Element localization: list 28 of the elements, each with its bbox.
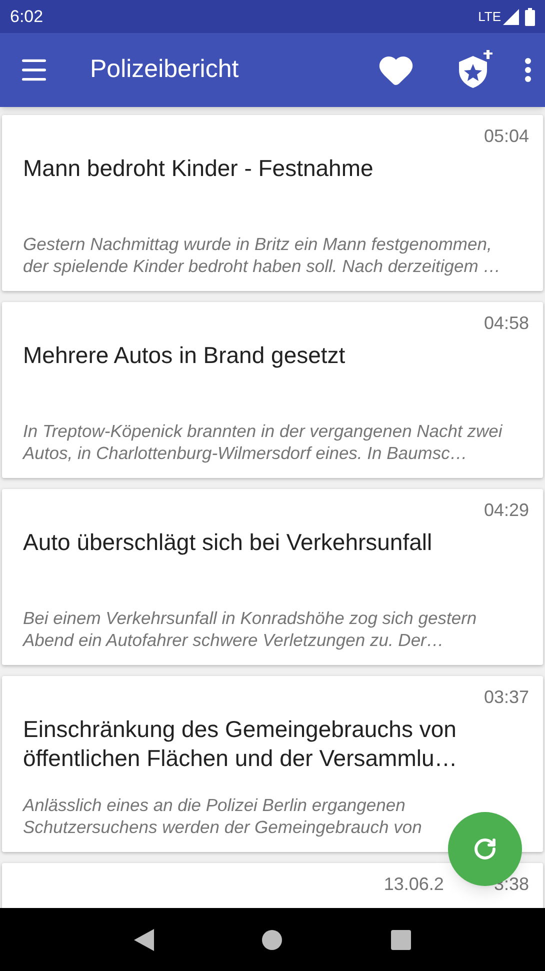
report-time: 04:58 xyxy=(484,312,529,335)
report-title: Auto überschlägt sich bei Verkehrsunfall xyxy=(23,528,434,557)
report-card[interactable]: 05:04 Mann bedroht Kinder - Festnahme Gestern Nachmittag wurde in Britz ein Mann festgenommen, der spielende Kinder bedroht haben soll. Nach derzeitigem … xyxy=(2,115,543,291)
battery-icon xyxy=(525,8,535,26)
recents-icon[interactable] xyxy=(390,930,411,950)
back-icon[interactable] xyxy=(134,928,154,950)
report-time: 04:29 xyxy=(484,499,529,522)
report-title: Einschränkung des Gemeingebrauchs von öffentlichen Flächen und der Versammlu… xyxy=(23,715,458,773)
report-summary: Anlässlich eines an die Polizei Berlin ergangenen Schutzersuchens werden der Gemeingebrauch von xyxy=(23,794,423,838)
status-time: 6:02 xyxy=(10,6,44,28)
signal-icon xyxy=(503,8,519,24)
network-label: LTE xyxy=(478,8,501,26)
report-card[interactable]: 03:37 Einschränkung des Gemeingebrauchs von öffentlichen Flächen und der Versammlu… Anlässlich eines an die Polizei Berlin ergangenen Schutzersuchens werden der Gemeingebrauch von xyxy=(2,676,543,852)
report-time: 03:37 xyxy=(484,686,529,709)
report-title: Mann bedroht Kinder - Festnahme xyxy=(23,154,374,183)
more-options-button[interactable] xyxy=(525,58,531,82)
report-card[interactable]: 04:29 Auto überschlägt sich bei Verkehrsunfall Bei einem Verkehrsunfall in Konradshöhe zog sich gestern Abend ein Autofahrer schwere Verletzungen zu. Der… xyxy=(2,489,543,665)
report-time: 05:04 xyxy=(484,125,529,148)
report-summary: Bei einem Verkehrsunfall in Konradshöhe zog sich gestern Abend ein Autofahrer schwere Verletzungen zu. Der… xyxy=(23,607,478,651)
report-card[interactable]: 04:58 Mehrere Autos in Brand gesetzt In Treptow-Köpenick brannten in der vergangenen Nacht zwei Autos, in Charlottenburg-Wilmersdorf eines. In Baumsc… xyxy=(2,302,543,478)
report-summary: Gestern Nachmittag wurde in Britz ein Mann festgenommen, der spielende Kinder bedroht haben soll. Nach derzeitigem … xyxy=(23,233,502,277)
refresh-icon xyxy=(473,837,497,861)
app-title: Polizeibericht xyxy=(90,54,239,86)
report-date: 13.06.2 xyxy=(384,873,444,896)
report-summary: In Treptow-Köpenick brannten in der vergangenen Nacht zwei Autos, in Charlottenburg-Wilmersdorf eines. In Baumsc… xyxy=(23,420,504,464)
more-options-icon xyxy=(525,58,531,82)
home-icon[interactable] xyxy=(262,930,282,950)
report-title: Mehrere Autos in Brand gesetzt xyxy=(23,341,346,370)
